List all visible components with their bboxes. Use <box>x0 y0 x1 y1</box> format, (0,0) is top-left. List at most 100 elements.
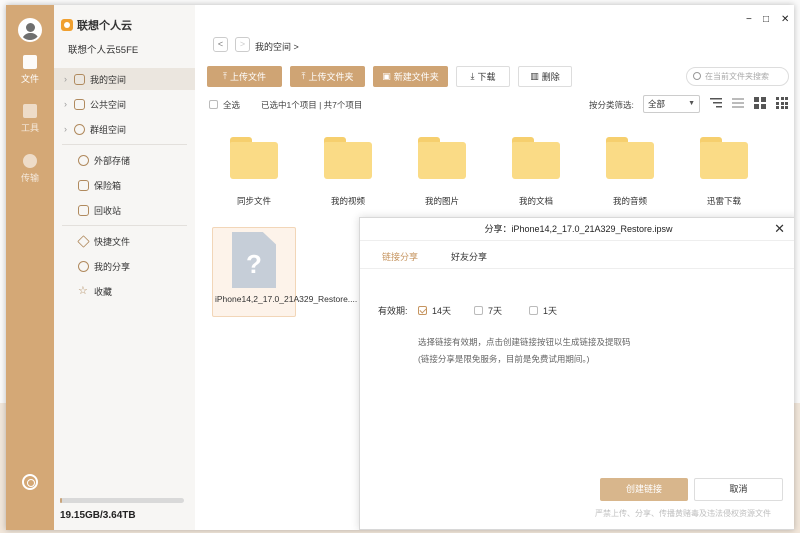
new-folder-button[interactable]: ▣ 新建文件夹 <box>373 66 448 87</box>
chevron-right-icon[interactable]: › <box>64 74 74 84</box>
validity-option-1d[interactable]: 1天 <box>529 304 557 317</box>
sidebar-divider <box>62 144 187 145</box>
sidebar-item-recycle-bin[interactable]: 回收站 <box>54 199 195 221</box>
info-bar: 全选 已选中1个项目 | 共7个项目 按分类筛选: 全部 ▼ <box>209 95 789 115</box>
download-button[interactable]: ⤓ 下载 <box>456 66 510 87</box>
sidebar-item-public-space[interactable]: › 公共空间 <box>54 93 195 115</box>
cloud-transfer-icon <box>23 154 37 168</box>
validity-option-14d[interactable]: 14天 <box>418 304 451 317</box>
upload-file-button[interactable]: ⤒ 上传文件 <box>207 66 282 87</box>
validity-label: 有效期: <box>378 306 408 316</box>
sidebar-item-label: 外部存储 <box>94 155 131 166</box>
checkbox-icon <box>209 100 218 109</box>
folder-icon <box>512 137 560 179</box>
validity-option-7d[interactable]: 7天 <box>474 304 502 317</box>
sidebar-item-my-shares[interactable]: 我的分享 <box>54 255 195 277</box>
breadcrumb[interactable]: 我的空间 > <box>255 40 299 53</box>
rail-item-tools[interactable]: 工具 <box>6 104 54 134</box>
search-icon <box>693 72 701 80</box>
sidebar-item-favorites[interactable]: ☆ 收藏 <box>54 280 195 302</box>
cube-icon <box>74 98 85 110</box>
app-logo-icon <box>61 19 73 31</box>
sidebar-item-label: 收藏 <box>94 286 113 297</box>
file-name: 我的图片 <box>424 196 459 206</box>
sidebar-item-external-storage[interactable]: 外部存储 <box>54 149 195 171</box>
sort-order-icon[interactable] <box>710 97 722 109</box>
dropdown-arrow-icon: ▼ <box>688 100 695 107</box>
file-name: 我的音频 <box>612 196 647 206</box>
rail-item-label: 传输 <box>20 173 39 183</box>
avatar[interactable] <box>18 18 42 42</box>
sidebar-item-group-space[interactable]: › 群组空间 <box>54 118 195 140</box>
maximize-button[interactable]: □ <box>763 14 769 25</box>
sidebar-item-label: 公共空间 <box>90 99 127 110</box>
button-label: 下载 <box>477 72 496 82</box>
file-item[interactable]: 我的文档 <box>494 129 578 219</box>
option-label: 7天 <box>488 306 503 316</box>
rail-item-files[interactable]: 文件 <box>6 55 54 85</box>
file-item[interactable]: 我的视频 <box>306 129 390 219</box>
file-icon <box>23 55 37 69</box>
grid-view-icon[interactable] <box>754 97 766 109</box>
option-label: 1天 <box>543 306 558 316</box>
forward-button[interactable]: > <box>235 37 250 52</box>
upload-folder-button[interactable]: ⤒ 上传文件夹 <box>290 66 365 87</box>
external-storage-icon <box>78 154 89 166</box>
file-item-selected[interactable]: ? iPhone14,2_17.0_21A329_Restore.... <box>212 227 358 317</box>
sidebar-item-label: 保险箱 <box>94 180 122 191</box>
close-window-button[interactable]: ✕ <box>781 14 789 25</box>
create-link-button[interactable]: 创建链接 <box>600 478 688 501</box>
close-icon[interactable]: ✕ <box>774 221 785 237</box>
file-item[interactable]: 同步文件 <box>212 129 296 219</box>
delete-button[interactable]: ▥ 删除 <box>518 66 572 87</box>
toolbox-icon <box>23 104 37 118</box>
file-item[interactable]: 迅雷下载 <box>682 129 766 219</box>
tab-link-share[interactable]: 链接分享 <box>382 250 418 263</box>
back-button[interactable]: < <box>213 37 228 52</box>
upload-icon: ⤒ <box>301 71 306 81</box>
button-label: 新建文件夹 <box>393 72 439 82</box>
search-input[interactable]: 在当前文件夹搜索 <box>686 67 789 86</box>
new-folder-icon: ▣ <box>382 71 391 81</box>
file-name: 我的文档 <box>518 196 553 206</box>
minimize-button[interactable]: − <box>746 14 752 25</box>
checkbox-icon <box>474 306 483 315</box>
sidebar-divider <box>62 225 187 226</box>
rail-item-transfer[interactable]: 传输 <box>6 154 54 184</box>
file-item[interactable]: 我的图片 <box>400 129 484 219</box>
sidebar-item-safe[interactable]: 保险箱 <box>54 174 195 196</box>
settings-gear-icon[interactable] <box>22 474 38 490</box>
share-dialog: 分享：iPhone14,2_17.0_21A329_Restore.ipsw ✕… <box>359 217 794 530</box>
chevron-right-icon[interactable]: › <box>64 124 74 134</box>
sidebar-item-label: 群组空间 <box>90 124 127 135</box>
sidebar-item-label: 快捷文件 <box>94 236 131 247</box>
tab-friend-share[interactable]: 好友分享 <box>451 250 487 263</box>
checkbox-checked-icon <box>418 306 427 315</box>
dialog-title: 分享：iPhone14,2_17.0_21A329_Restore.ipsw <box>360 218 794 241</box>
sidebar-item-label: 我的分享 <box>94 261 131 272</box>
rail-item-label: 文件 <box>20 74 39 84</box>
sidebar-item-label: 回收站 <box>94 205 122 216</box>
user-icon <box>74 73 85 85</box>
file-name: iPhone14,2_17.0_21A329_Restore.... <box>215 294 358 304</box>
sidebar-item-quick-files[interactable]: 快捷文件 <box>54 230 195 252</box>
select-all-checkbox[interactable]: 全选 <box>209 99 240 111</box>
cancel-button[interactable]: 取消 <box>694 478 783 501</box>
file-item[interactable]: 我的音频 <box>588 129 672 219</box>
tab-divider <box>360 268 794 269</box>
sidebar-nav: › 我的空间 › 公共空间 › 群组空间 外部存储 保险箱 回收站 快捷文件 我… <box>54 68 195 302</box>
unknown-file-icon: ? <box>232 232 276 288</box>
category-filter-select[interactable]: 全部 ▼ <box>643 95 700 113</box>
file-name: 同步文件 <box>236 196 271 206</box>
selection-status: 已选中1个项目 | 共7个项目 <box>261 100 363 110</box>
list-view-icon[interactable] <box>732 97 744 109</box>
search-placeholder: 在当前文件夹搜索 <box>705 72 769 81</box>
trash-icon <box>78 204 89 216</box>
group-icon <box>74 123 85 135</box>
sidebar: 联想个人云 联想个人云55FE › 我的空间 › 公共空间 › 群组空间 外部存… <box>54 5 195 530</box>
thumbnail-view-icon[interactable] <box>776 97 788 109</box>
chevron-right-icon[interactable]: › <box>64 99 74 109</box>
button-label: 上传文件夹 <box>308 72 354 82</box>
sidebar-item-my-space[interactable]: › 我的空间 <box>54 68 195 90</box>
hint-text: 选择链接有效期，点击创建链接按钮以生成链接及提取码 <box>418 337 631 347</box>
